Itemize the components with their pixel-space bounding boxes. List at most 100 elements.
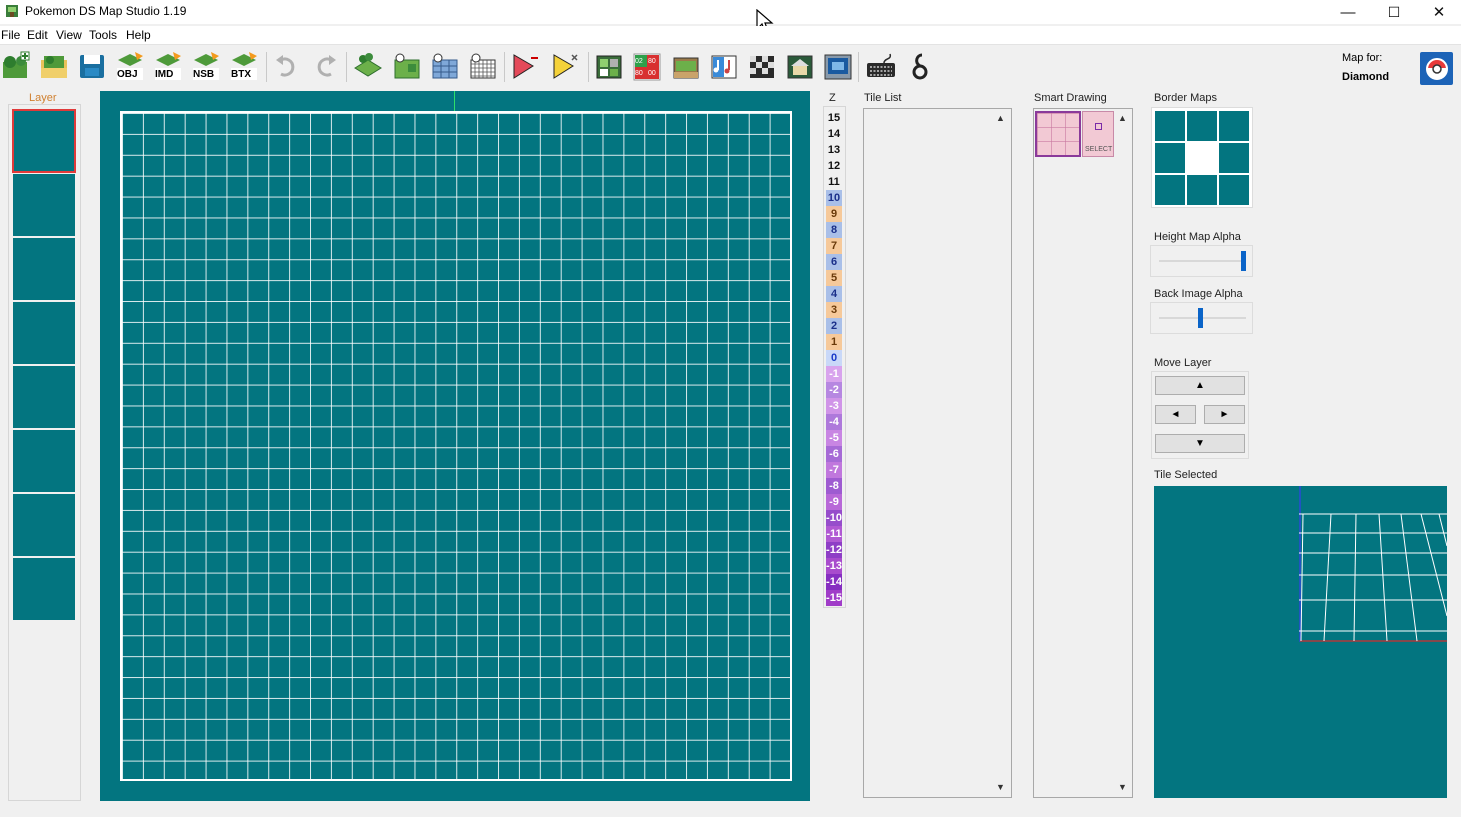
top-view-button[interactable] [392,50,422,82]
z-level-item[interactable]: -9 [826,494,842,510]
grid-view-button[interactable] [430,50,460,82]
about-button[interactable] [905,50,935,82]
menu-file[interactable]: File [1,28,20,42]
z-level-item[interactable]: 0 [826,350,842,366]
z-level-item[interactable]: 1 [826,334,842,350]
height-map-alpha-slider[interactable] [1150,245,1253,277]
redo-button[interactable] [310,50,340,82]
z-level-item[interactable]: 7 [826,238,842,254]
house-icon [787,55,813,79]
menu-view[interactable]: View [56,28,82,42]
smart-scroll-up-icon[interactable]: ▲ [1118,113,1127,123]
open-map-button[interactable] [39,50,69,82]
z-level-item[interactable]: -12 [826,542,842,558]
z-level-item[interactable]: 9 [826,206,842,222]
layer-thumbnail[interactable] [12,109,76,173]
z-level-item[interactable]: 4 [826,286,842,302]
move-layer-left-button[interactable]: ◄ [1155,405,1196,424]
border-map-cell[interactable] [1155,111,1185,141]
texture-editor-button[interactable] [747,50,777,82]
z-level-item[interactable]: -14 [826,574,842,590]
border-map-cell[interactable] [1155,175,1185,205]
export-nsb-button[interactable]: NSB [191,50,221,82]
close-button[interactable]: ✕ [1416,0,1461,24]
layer-thumbnail[interactable] [13,302,75,364]
z-level-item[interactable]: -8 [826,478,842,494]
z-level-item[interactable]: -5 [826,430,842,446]
menu-edit[interactable]: Edit [27,28,48,42]
z-level-item[interactable]: 12 [826,158,842,174]
save-icon [80,55,104,78]
z-level-item[interactable]: 14 [826,126,842,142]
move-layer-down-button[interactable]: ▼ [1155,434,1245,453]
layer-thumbnail[interactable] [13,494,75,556]
menu-tools[interactable]: Tools [89,28,117,42]
z-level-item[interactable]: -10 [826,510,842,526]
border-map-center[interactable] [1187,143,1217,173]
layer-thumbnail[interactable] [13,430,75,492]
z-level-item[interactable]: -3 [826,398,842,414]
z-level-item[interactable]: -15 [826,590,842,606]
back-image-alpha-slider[interactable] [1150,302,1253,334]
export-btx-button[interactable]: BTX [229,50,259,82]
clear-tool-button[interactable] [549,50,579,82]
z-level-item[interactable]: -13 [826,558,842,574]
border-map-cell[interactable] [1187,175,1217,205]
collision-editor-button[interactable]: 02 80 80 00 [632,50,662,82]
bgm-editor-button[interactable] [709,50,739,82]
new-map-button[interactable] [1,50,31,82]
tile-list-scroll-down-icon[interactable]: ▼ [996,782,1005,792]
z-level-item[interactable]: 5 [826,270,842,286]
minimize-button[interactable]: — [1325,0,1371,24]
z-level-item[interactable]: -7 [826,462,842,478]
building-editor-button[interactable] [671,50,701,82]
screenshot-button[interactable] [823,50,853,82]
maximize-button[interactable]: ☐ [1371,0,1417,24]
border-map-cell[interactable] [1155,143,1185,173]
z-level-item[interactable]: -1 [826,366,842,382]
border-map-cell[interactable] [1187,111,1217,141]
save-map-button[interactable] [77,50,107,82]
z-level-item[interactable]: 11 [826,174,842,190]
z-level-item[interactable]: -4 [826,414,842,430]
smart-drawing-list[interactable] [1033,108,1133,798]
menu-help[interactable]: Help [126,28,151,42]
tile-list-scroll-up-icon[interactable]: ▲ [996,113,1005,123]
keyboard-shortcuts-button[interactable] [866,50,896,82]
tile-list[interactable] [863,108,1012,798]
layer-thumbnail[interactable] [13,366,75,428]
grid-toggle-button[interactable] [468,50,498,82]
z-level-item[interactable]: 8 [826,222,842,238]
layer-thumbnail[interactable] [13,174,75,236]
layer-thumbnail[interactable] [13,558,75,620]
z-level-item[interactable]: 15 [826,110,842,126]
slider-thumb[interactable] [1198,308,1203,328]
border-map-cell[interactable] [1219,175,1249,205]
tileset-editor-button[interactable] [594,50,624,82]
3d-view-button[interactable] [353,50,383,82]
move-layer-right-button[interactable]: ► [1204,405,1245,424]
smart-scroll-down-icon[interactable]: ▼ [1118,782,1127,792]
map-grid[interactable] [120,111,792,781]
smart-drawing-pattern[interactable] [1035,111,1081,157]
z-level-item[interactable]: 13 [826,142,842,158]
game-select-button[interactable] [1420,52,1453,85]
border-map-cell[interactable] [1219,111,1249,141]
move-layer-up-button[interactable]: ▲ [1155,376,1245,395]
layer-thumbnail[interactable] [13,238,75,300]
slider-thumb[interactable] [1241,251,1246,271]
export-ndsi-button[interactable] [785,50,815,82]
export-obj-button[interactable]: OBJ [115,50,145,82]
undo-button[interactable] [272,50,302,82]
z-level-item[interactable]: -2 [826,382,842,398]
smart-drawing-select-button[interactable]: SELECT [1082,111,1114,157]
border-map-cell[interactable] [1219,143,1249,173]
pointer-tool-button[interactable] [509,50,539,82]
z-level-item[interactable]: 6 [826,254,842,270]
z-level-item[interactable]: -11 [826,526,842,542]
z-level-item[interactable]: -6 [826,446,842,462]
export-imd-button[interactable]: IMD [153,50,183,82]
z-level-item[interactable]: 3 [826,302,842,318]
z-level-item[interactable]: 10 [826,190,842,206]
z-level-item[interactable]: 2 [826,318,842,334]
